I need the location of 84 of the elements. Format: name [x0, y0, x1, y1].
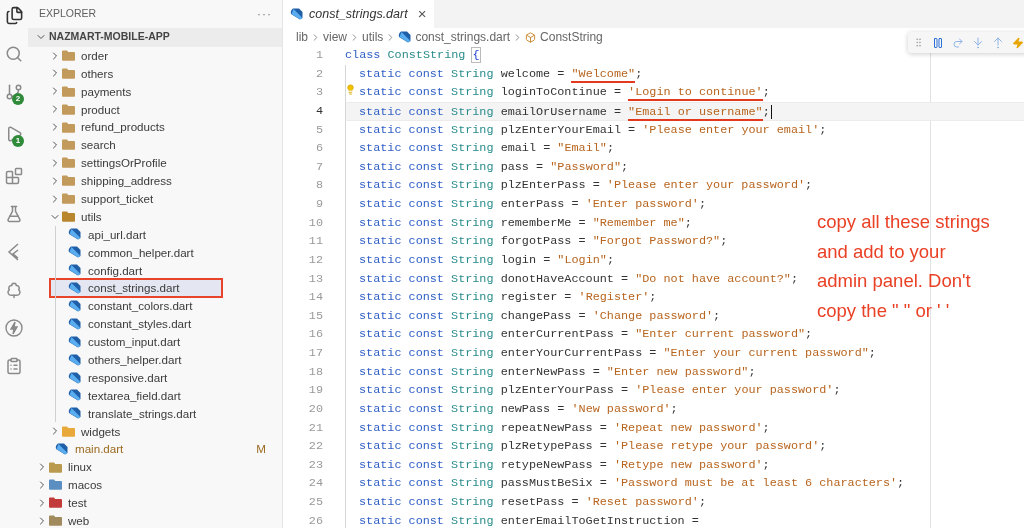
code-line: class ConstString {	[345, 47, 481, 64]
line-number: 18	[307, 363, 323, 381]
file-item[interactable]: common_helper.dart	[28, 243, 282, 262]
code-line: static const String enterYourCurrentPass = "Enter your current password";	[345, 344, 1024, 363]
close-button[interactable]: ×	[417, 2, 427, 26]
project-header[interactable]: NAZMART-MOBILE-APP	[28, 28, 282, 47]
breadcrumb-item[interactable]: utils	[362, 28, 384, 46]
line-number: 14	[307, 289, 323, 307]
file-item[interactable]: constant_styles.dart	[28, 314, 282, 333]
line-number: 8	[314, 177, 323, 195]
file-item[interactable]: translate_strings.dart	[28, 404, 282, 423]
code-line: static const String plzRetypePass = 'Please retype your password';	[345, 437, 1024, 456]
code-line: static const String enterEmailToGetInstruction =	[345, 511, 1024, 528]
line-number: 1	[314, 47, 323, 64]
file-item[interactable]: textarea_field.dart	[28, 386, 282, 405]
line-number: 23	[307, 456, 323, 474]
code-line: static const String resetPass = 'Reset password';	[345, 493, 1024, 512]
file-item[interactable]: custom_input.dart	[28, 332, 282, 351]
breadcrumb-item[interactable]: const_strings.dart	[398, 28, 511, 46]
folder-item[interactable]: order	[28, 46, 282, 65]
line-number: 11	[307, 233, 323, 251]
folder-item[interactable]: product	[28, 100, 282, 119]
line-number: 21	[307, 419, 323, 437]
code-line: static const String newPass = 'New password';	[345, 399, 1024, 419]
code-line: static const String plzEnterYourEmail = 'Please enter your email';	[345, 120, 1024, 140]
line-number: 22	[307, 438, 323, 456]
folder-item[interactable]: shipping_address	[28, 171, 282, 190]
folder-item[interactable]: search	[28, 136, 282, 154]
code-line: static const String repeatNewPass = 'Repeat new password';	[345, 418, 1024, 438]
line-number: 26	[307, 512, 323, 528]
code-line: static const String enterPass = 'Enter password';	[345, 195, 1024, 214]
file-item[interactable]: others_helper.dart	[28, 350, 282, 369]
code-line: static const String passMustBeSix = 'Password must be at least 6 characters';	[345, 474, 1024, 493]
more-button[interactable]: ···	[257, 5, 272, 23]
line-number: 10	[307, 214, 323, 232]
folder-item[interactable]: utils	[28, 207, 282, 226]
line-number: 2	[314, 65, 323, 83]
line-number: 20	[307, 400, 323, 418]
line-number: 5	[314, 121, 323, 139]
file-item[interactable]: const_strings.dart	[50, 279, 222, 298]
folder-item[interactable]: test	[28, 493, 282, 512]
code-line: static const String pass = "Password";	[345, 157, 1024, 177]
file-item[interactable]: config.dart	[28, 261, 282, 280]
folder-item[interactable]: linux	[28, 458, 282, 476]
breadcrumb-item[interactable]: lib	[296, 28, 308, 46]
code-line: static const String email = "Email";	[345, 139, 1024, 158]
line-number: 24	[307, 475, 323, 493]
folder-item[interactable]: others	[28, 64, 282, 83]
panel-title: EXPLORER	[39, 6, 97, 22]
file-item[interactable]: constant_colors.dart	[28, 297, 282, 315]
line-number: 7	[314, 158, 323, 176]
line-number: 25	[307, 494, 323, 511]
line-number: 3	[314, 84, 323, 102]
code-line: static const String plzEnterPass = 'Please enter your password';	[345, 176, 1024, 195]
folder-item[interactable]: payments	[28, 82, 282, 101]
code-line: static const String enterNewPass = "Enter new password";	[345, 362, 1024, 382]
line-number: 4	[314, 102, 323, 120]
file-item[interactable]: main.dart M	[28, 440, 282, 459]
folder-item[interactable]: macos	[28, 475, 282, 494]
folder-item[interactable]: support_ticket	[28, 189, 282, 208]
breadcrumb-item[interactable]: view	[323, 28, 348, 46]
status-label: M	[256, 441, 266, 458]
line-number: 6	[314, 140, 323, 158]
file-item[interactable]: responsive.dart	[28, 368, 282, 387]
folder-item[interactable]: settingsOrProfile	[28, 153, 282, 172]
code-line: static const String enterCurrentPass = "Enter current password";	[345, 325, 1024, 344]
folder-item[interactable]: widgets	[28, 422, 282, 441]
folder-item[interactable]: web	[28, 511, 282, 528]
count-badge: 2	[12, 93, 24, 105]
line-number: 15	[307, 307, 323, 325]
line-number: 17	[307, 345, 323, 362]
line-number: 16	[307, 326, 323, 344]
code-line: static const String welcome = "Welcome";	[345, 64, 1024, 84]
line-number: 19	[307, 382, 323, 400]
editor-tab[interactable]: const_strings.dart ×	[283, 0, 435, 28]
line-number: 12	[307, 251, 323, 269]
breadcrumb-item[interactable]: ConstString	[525, 28, 603, 46]
line-number: 13	[307, 270, 323, 288]
line-number: 9	[314, 196, 323, 213]
file-item[interactable]: api_url.dart	[28, 225, 282, 244]
folder-item[interactable]: refund_products	[28, 118, 282, 137]
count-badge: 1	[12, 135, 24, 147]
code-line: static const String plzEnterYourPass = 'Please enter your password';	[345, 381, 1024, 400]
code-line: static const String retypeNewPass = 'Retype new password';	[345, 455, 1024, 475]
